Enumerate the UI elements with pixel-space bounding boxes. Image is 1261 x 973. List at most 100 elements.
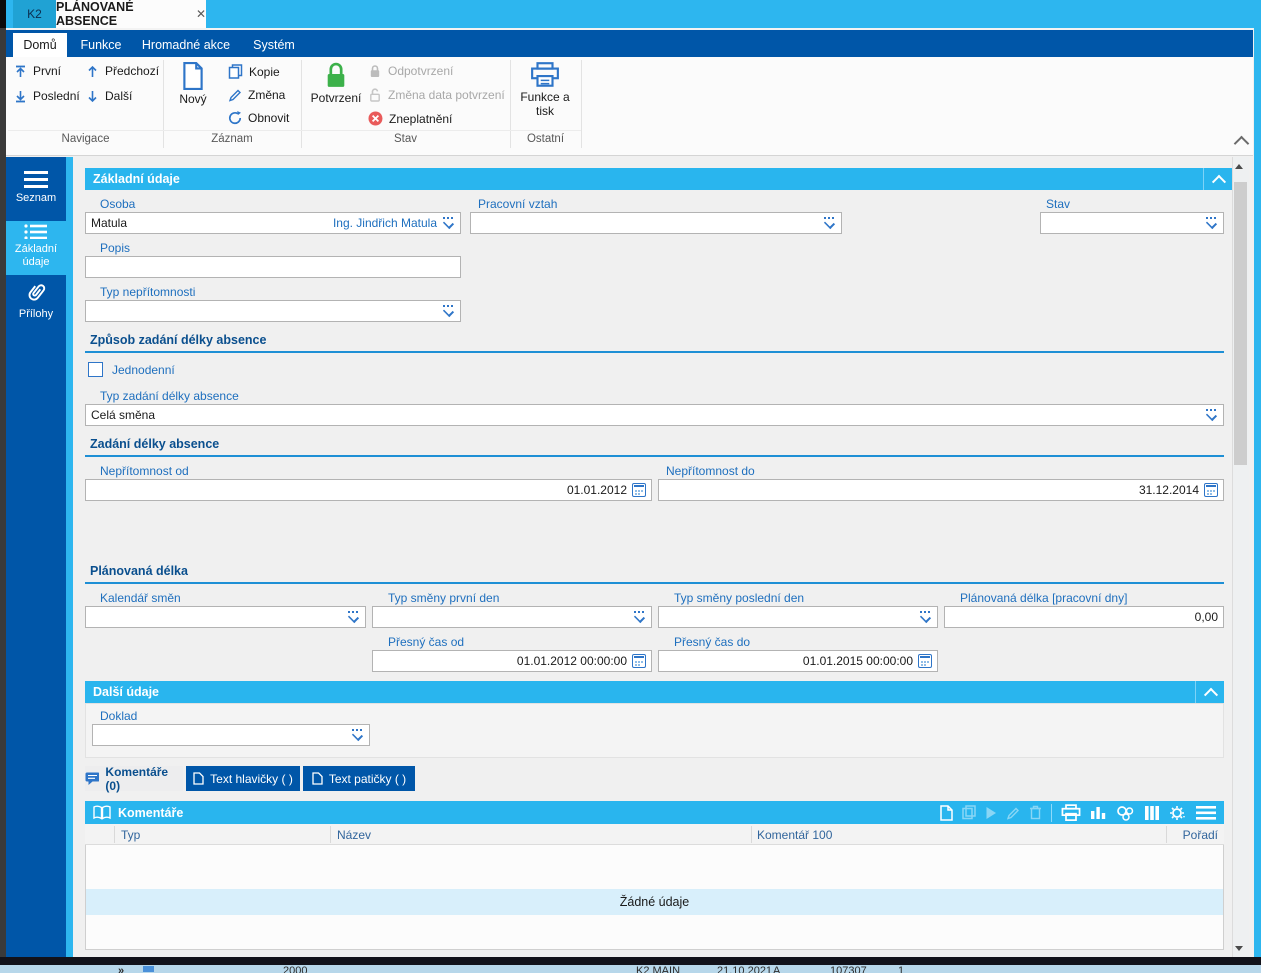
column-separator [330, 826, 331, 843]
menu-tab-system[interactable]: Systém [242, 33, 306, 57]
new-comment-icon[interactable] [940, 804, 953, 821]
column-separator [1166, 826, 1167, 843]
field-label-stav: Stav [1046, 197, 1071, 211]
group-separator [581, 60, 582, 148]
dropdown-icon[interactable] [442, 217, 455, 229]
section-title-planovana: Plánovaná délka [90, 564, 188, 578]
dropdown-icon[interactable] [442, 305, 455, 317]
calendar-icon[interactable] [632, 654, 646, 668]
calendar-icon[interactable] [632, 483, 646, 497]
typ-nepritomnosti-field[interactable] [85, 300, 461, 322]
arrow-last-icon [16, 90, 25, 102]
doklad-field[interactable] [92, 724, 370, 746]
new-record-button[interactable]: Nový [168, 62, 218, 107]
edit-record-button[interactable]: Změna [228, 88, 285, 102]
column-header-poradi[interactable]: Pořadí [1172, 828, 1218, 842]
scroll-down-button[interactable] [1235, 946, 1243, 951]
chevron-up-icon [1203, 687, 1219, 702]
column-header-typ[interactable]: Typ [121, 828, 140, 842]
dropdown-icon[interactable] [347, 611, 360, 623]
kalendar-smen-field[interactable] [85, 606, 366, 628]
edit-comment-icon [1006, 807, 1019, 820]
field-label-typ-zadani: Typ zadání délky absence [100, 389, 239, 403]
field-label-typ-smeny-prvni: Typ směny první den [388, 591, 500, 605]
settings-gear-icon[interactable] [1169, 805, 1187, 821]
field-label-typ-smeny-posledni: Typ směny poslední den [674, 591, 805, 605]
osoba-display-name[interactable]: Ing. Jindřich Matula [333, 216, 437, 230]
presny-cas-do-field[interactable]: 01.01.2015 00:00:00 [658, 650, 938, 672]
calendar-icon[interactable] [918, 654, 932, 668]
nepritomnost-do-field[interactable]: 31.12.2014 [658, 479, 1224, 501]
copy-icon [228, 64, 243, 79]
dropdown-icon[interactable] [1205, 409, 1218, 421]
scroll-up-button[interactable] [1235, 164, 1243, 169]
next-record-button[interactable]: Další [86, 89, 132, 103]
invalidate-button[interactable]: Zneplatnění [368, 111, 452, 126]
previous-record-button[interactable]: Předchozí [86, 64, 159, 78]
stav-field[interactable] [1040, 212, 1224, 234]
menu-icon[interactable] [1196, 805, 1216, 820]
lock-gray-icon [370, 65, 380, 77]
typ-smeny-posledni-field[interactable] [658, 606, 938, 628]
column-header-komentar[interactable]: Komentář 100 [757, 828, 832, 842]
comment-icon [85, 772, 100, 785]
typ-smeny-prvni-field[interactable] [372, 606, 652, 628]
refresh-button[interactable]: Obnovit [228, 111, 289, 125]
dropdown-icon[interactable] [1205, 217, 1218, 229]
presny-cas-od-field[interactable]: 01.01.2012 00:00:00 [372, 650, 652, 672]
menu-tab-funkce[interactable]: Funkce [72, 33, 130, 57]
chart-icon[interactable] [1090, 805, 1107, 820]
confirm-button[interactable]: Potvrzení [306, 62, 366, 106]
pencil-icon [228, 89, 241, 102]
toolbar-separator [1051, 803, 1052, 822]
panel-collapse-button[interactable] [1203, 168, 1227, 190]
window-bottom-border [0, 957, 1261, 965]
dropdown-icon[interactable] [919, 611, 932, 623]
menu-tab-domu[interactable]: Domů [13, 33, 67, 57]
invalidate-x-icon [368, 111, 383, 126]
dropdown-icon[interactable] [633, 611, 646, 623]
sidebar-item-prilohy[interactable]: Přílohy [6, 276, 66, 332]
close-icon[interactable]: ✕ [196, 7, 206, 21]
panel-header-dalsi-udaje: Další údaje [85, 681, 1224, 703]
sidebar-accent-strip [66, 157, 73, 957]
field-label-pracovni-vztah: Pracovní vztah [478, 197, 558, 211]
gears-icon[interactable] [1116, 805, 1135, 821]
sidebar-item-zakladni-udaje[interactable]: Základní údaje [6, 221, 66, 275]
print-icon[interactable] [1061, 803, 1081, 822]
tab-label: PLÁNOVANÉ ABSENCE [56, 0, 134, 28]
section-rule [85, 582, 1224, 584]
calendar-icon[interactable] [1204, 483, 1218, 497]
panel-collapse-button[interactable] [1195, 681, 1219, 703]
nepritomnost-od-field[interactable]: 01.01.2012 [85, 479, 652, 501]
sidebar-item-seznam[interactable]: Seznam [6, 166, 66, 221]
unconfirm-button: Odpotvrzení [368, 64, 453, 78]
panel-header-zakladni-udaje: Základní údaje [85, 168, 1232, 190]
functions-print-button[interactable]: Funkce a tisk [513, 62, 577, 119]
change-confirm-date-button: Změna data potvrzení [368, 88, 505, 102]
dropdown-icon[interactable] [351, 729, 364, 741]
group-label-divider [8, 130, 581, 131]
jednodenni-checkbox[interactable] [88, 362, 103, 377]
empty-data-row: Žádné údaje [86, 889, 1223, 915]
columns-icon[interactable] [1144, 805, 1160, 821]
tab-text-hlavicky[interactable]: Text hlavičky ( ) [186, 766, 300, 791]
tab-text-paticky[interactable]: Text patičky ( ) [303, 766, 415, 791]
typ-zadani-field[interactable]: Celá směna [85, 404, 1224, 426]
arrow-first-icon [16, 65, 25, 77]
popis-field[interactable] [85, 256, 461, 278]
dropdown-icon[interactable] [823, 217, 836, 229]
group-label-stav: Stav [393, 133, 417, 145]
menu-tab-hromadne-akce[interactable]: Hromadné akce [136, 33, 236, 57]
last-record-button[interactable]: Poslední [14, 89, 80, 103]
column-header-nazev[interactable]: Název [337, 828, 371, 842]
tab-planovane-absence[interactable]: PLÁNOVANÉ ABSENCE ✕ [56, 0, 206, 28]
tab-komentare[interactable]: Komentáře (0) [85, 765, 183, 793]
copy-record-button[interactable]: Kopie [228, 64, 280, 79]
osoba-field[interactable]: Matula Ing. Jindřich Matula [85, 212, 461, 234]
first-record-button[interactable]: První [14, 64, 61, 78]
scrollbar-thumb[interactable] [1234, 182, 1247, 465]
pracovni-vztah-field[interactable] [470, 212, 842, 234]
tab-k2[interactable]: K2 [13, 0, 56, 28]
planovana-delka-field[interactable]: 0,00 [944, 606, 1224, 628]
